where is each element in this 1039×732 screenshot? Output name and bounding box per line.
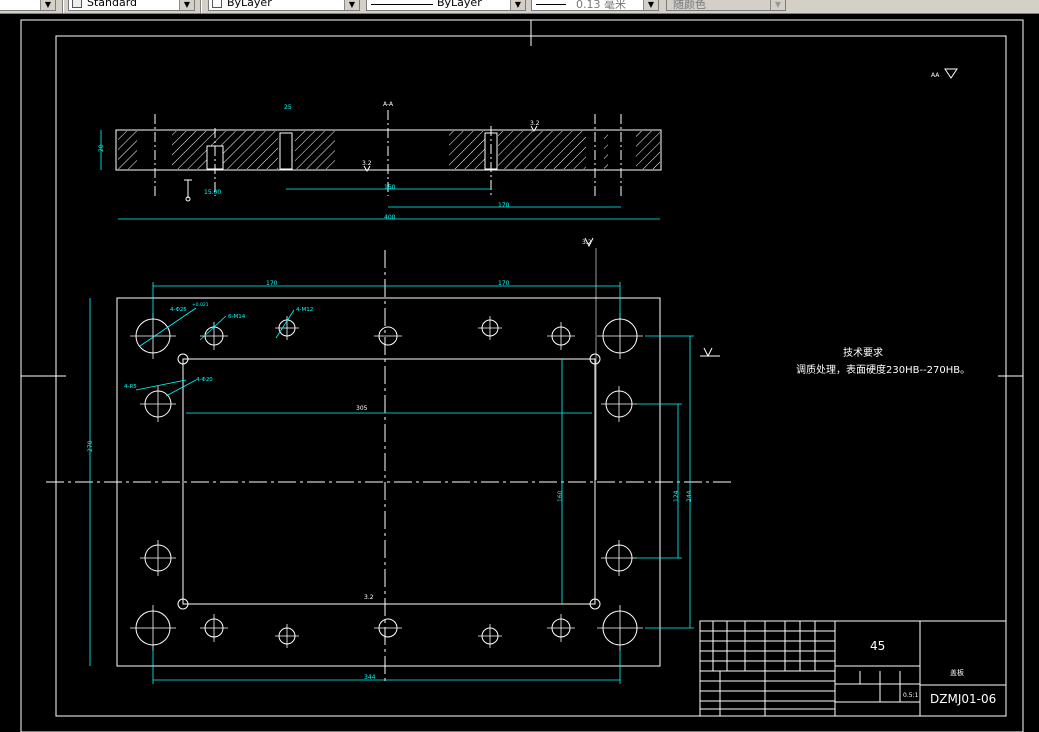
toolbar-separator (200, 0, 202, 13)
dim-thickness: 20 (98, 144, 105, 152)
plan-view: 170 170 270 344 160 124 244 305 4-Φ25 +0… (46, 237, 733, 684)
tech-requirements-title: 技术要求 (843, 346, 883, 359)
color-swatch-icon (212, 0, 222, 8)
section-view: A-A 20 400 150 170 25 15.00 3.2 3.2 (98, 101, 662, 221)
drawing-number: DZMJ01-06 (930, 692, 996, 706)
dim-v2: 124 (673, 490, 680, 502)
linetype-preview (371, 4, 433, 5)
layer-combo[interactable]: ▼ (0, 0, 56, 11)
callout-h3: 4-M12 (296, 307, 313, 313)
lineweight-preview (536, 4, 566, 5)
plotstyle-select: 随颜色 ▼ (666, 0, 786, 11)
toolbar-separator (62, 0, 64, 13)
section-label: A-A (383, 101, 394, 108)
dim-overall-length: 400 (384, 214, 396, 221)
color-value: ByLayer (227, 0, 272, 9)
roughness-symbol-icon (944, 68, 958, 79)
callout-h1-tol: +0.021 (192, 302, 209, 308)
callout-h1: 4-Φ25 (170, 307, 187, 313)
linetype-value: ByLayer (437, 0, 482, 9)
dim-height: 270 (87, 440, 94, 452)
dim-pocket: 305 (356, 405, 368, 412)
chevron-down-icon[interactable]: ▼ (643, 0, 658, 10)
color-select[interactable]: ByLayer ▼ (208, 0, 360, 11)
dim-inner: 150 (384, 184, 396, 191)
dimstyle-select[interactable]: Standard ▼ (68, 0, 195, 11)
dim-right: 170 (498, 202, 510, 209)
scale-label: 0.5:1 (903, 692, 919, 699)
dim-bottom: 344 (364, 674, 376, 681)
roughness-value: 3.2 (364, 594, 374, 601)
callout-h2: 6-M14 (228, 314, 246, 320)
part-name: 盖板 (950, 668, 964, 677)
dimstyle-value: Standard (87, 0, 138, 9)
material-label: 45 (870, 639, 885, 653)
chevron-down-icon[interactable]: ▼ (510, 0, 525, 10)
callout-h5: 4-Φ20 (196, 377, 213, 383)
properties-toolbar: ▼ Standard ▼ ByLayer ▼ ByLayer ▼ 0.13 毫米… (0, 0, 1039, 14)
roughness-note: AA (931, 72, 940, 79)
drawing-canvas[interactable]: AA A-A 20 400 150 170 25 15.00 3.2 3.2 1… (0, 14, 1039, 732)
dim-v1: 160 (557, 490, 564, 502)
dim-hole: 15.00 (204, 189, 221, 196)
chevron-down-icon[interactable]: ▼ (344, 0, 359, 10)
sheet-outer-border (20, 19, 1024, 732)
tech-requirements-text: 调质处理，表面硬度230HB--270HB。 (796, 363, 970, 376)
roughness-value: 3.2 (362, 160, 372, 167)
chevron-down-icon: ▼ (770, 0, 785, 10)
dim-right-top: 170 (498, 280, 510, 287)
linetype-select[interactable]: ByLayer ▼ (366, 0, 526, 11)
chevron-down-icon[interactable]: ▼ (179, 0, 194, 10)
lineweight-select[interactable]: 0.13 毫米 ▼ (531, 0, 659, 11)
dim-v3: 244 (686, 490, 693, 502)
chevron-down-icon[interactable]: ▼ (40, 0, 55, 10)
lineweight-value: 0.13 毫米 (576, 0, 626, 11)
dim-depth: 25 (284, 104, 292, 111)
dimstyle-icon (72, 0, 82, 8)
plotstyle-value: 随颜色 (673, 0, 706, 11)
dim-left-top: 170 (266, 280, 278, 287)
callout-h4: 4-R5 (124, 384, 137, 390)
